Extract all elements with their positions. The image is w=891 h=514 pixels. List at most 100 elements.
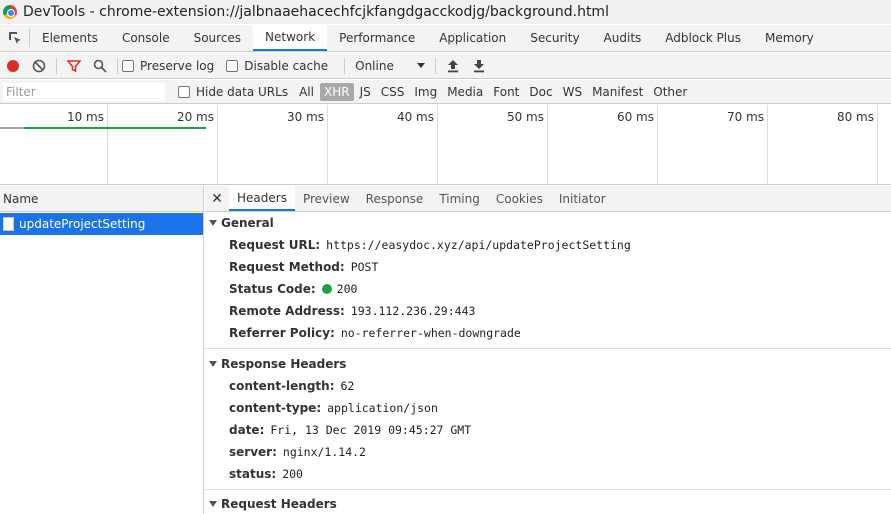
header-key: content-type: xyxy=(229,401,322,415)
tab-elements[interactable]: Elements xyxy=(30,25,110,51)
header-key: Referrer Policy: xyxy=(229,326,335,340)
checkbox-box[interactable] xyxy=(178,85,190,98)
general-section-header[interactable]: General xyxy=(205,212,891,234)
tab-network[interactable]: Network xyxy=(253,25,328,51)
request-headers-section: Request Headers xyxy=(205,493,891,514)
inspect-element-icon[interactable] xyxy=(0,29,30,47)
header-key: date: xyxy=(229,423,265,437)
response-header-row: content-length: 62 xyxy=(205,375,891,397)
chrome-logo-icon xyxy=(3,5,17,19)
remote-address-row: Remote Address: 193.112.236.29:443 xyxy=(205,300,891,322)
timeline-gridline xyxy=(877,105,878,185)
throttling-value: Online xyxy=(355,58,394,73)
header-value: 200 xyxy=(282,467,303,481)
section-title: Request Headers xyxy=(221,497,337,511)
search-button[interactable] xyxy=(87,53,113,79)
filter-input[interactable]: Filter xyxy=(2,81,166,102)
response-header-row: server: nginx/1.14.2 xyxy=(205,441,891,463)
header-value: 193.112.236.29:443 xyxy=(350,304,476,318)
disable-cache-label: Disable cache xyxy=(244,58,329,73)
tab-performance[interactable]: Performance xyxy=(327,25,427,51)
timeline-gridline xyxy=(327,105,328,185)
tab-memory[interactable]: Memory xyxy=(753,25,826,51)
header-value: nginx/1.14.2 xyxy=(282,445,366,459)
request-list: Name updateProjectSetting xyxy=(0,186,204,514)
filter-type-other[interactable]: Other xyxy=(649,83,691,101)
tab-response[interactable]: Response xyxy=(358,186,432,211)
header-value: https://easydoc.xyz/api/updateProjectSet… xyxy=(326,238,631,252)
timeline-gridline xyxy=(547,105,548,185)
filter-type-css[interactable]: CSS xyxy=(377,83,409,101)
preserve-log-checkbox[interactable]: Preserve log xyxy=(122,59,214,73)
checkbox-box[interactable] xyxy=(122,59,134,72)
filter-type-js[interactable]: JS xyxy=(356,83,375,101)
record-icon xyxy=(7,59,19,72)
timeline-overview[interactable]: 10 ms 20 ms 30 ms 40 ms 50 ms 60 ms 70 m… xyxy=(0,105,891,185)
network-toolbar: Preserve log Disable cache Online xyxy=(0,53,891,79)
tab-headers[interactable]: Headers xyxy=(229,186,295,211)
file-icon xyxy=(3,217,14,231)
tab-console[interactable]: Console xyxy=(110,25,182,51)
tab-adblock-plus[interactable]: Adblock Plus xyxy=(653,25,753,51)
filter-type-font[interactable]: Font xyxy=(489,83,523,101)
record-button[interactable] xyxy=(0,53,26,79)
header-key: Request Method: xyxy=(229,260,345,274)
header-key: server: xyxy=(229,445,277,459)
response-headers-section-header[interactable]: Response Headers xyxy=(205,353,891,375)
header-value: Fri, 13 Dec 2019 09:45:27 GMT xyxy=(270,423,472,437)
checkbox-box[interactable] xyxy=(226,59,239,72)
filter-type-all[interactable]: All xyxy=(295,83,318,101)
tab-initiator[interactable]: Initiator xyxy=(551,186,614,211)
timeline-tick-label: 20 ms xyxy=(176,110,214,124)
expand-triangle-icon xyxy=(209,361,217,367)
export-har-button[interactable] xyxy=(466,53,492,79)
toolbar-divider xyxy=(344,57,346,74)
disable-cache-checkbox[interactable]: Disable cache xyxy=(226,59,328,73)
toolbar-divider xyxy=(56,57,57,74)
request-row[interactable]: updateProjectSetting xyxy=(0,213,203,235)
clear-icon xyxy=(32,59,46,72)
referrer-policy-row: Referrer Policy: no-referrer-when-downgr… xyxy=(205,322,891,344)
request-headers-section-header[interactable]: Request Headers xyxy=(205,493,891,514)
search-icon xyxy=(93,59,107,73)
timeline-tick-label: 80 ms xyxy=(836,110,874,124)
clear-button[interactable] xyxy=(26,53,52,79)
name-column-header[interactable]: Name xyxy=(0,186,203,212)
timeline-tick-label: 50 ms xyxy=(506,110,544,124)
expand-triangle-icon xyxy=(209,220,217,226)
filter-type-doc[interactable]: Doc xyxy=(525,83,556,101)
filter-type-img[interactable]: Img xyxy=(410,83,441,101)
timeline-tick-label: 40 ms xyxy=(396,110,434,124)
tab-audits[interactable]: Audits xyxy=(592,25,654,51)
timeline-tick-label: 10 ms xyxy=(66,110,104,124)
tab-cookies[interactable]: Cookies xyxy=(488,186,551,211)
close-icon[interactable]: ✕ xyxy=(205,186,229,211)
filter-type-manifest[interactable]: Manifest xyxy=(588,83,647,101)
timeline-gridline xyxy=(767,105,768,185)
tab-application[interactable]: Application xyxy=(427,25,518,51)
timeline-tick-label: 30 ms xyxy=(286,110,324,124)
header-key: status: xyxy=(229,467,277,481)
timeline-gridline xyxy=(217,105,218,185)
tab-preview[interactable]: Preview xyxy=(295,186,358,211)
tab-timing[interactable]: Timing xyxy=(431,186,488,211)
import-har-button[interactable] xyxy=(440,53,466,79)
response-header-row: status: 200 xyxy=(205,463,891,485)
hide-data-urls-checkbox[interactable]: Hide data URLs xyxy=(178,85,288,99)
request-url-row: Request URL: https://easydoc.xyz/api/upd… xyxy=(205,234,891,256)
filter-type-xhr[interactable]: XHR xyxy=(319,82,354,101)
throttling-select[interactable]: Online xyxy=(349,59,431,73)
header-value: POST xyxy=(350,260,379,274)
status-code-row: Status Code: 200 xyxy=(205,278,891,300)
window-title: DevTools - chrome-extension://jalbnaaeha… xyxy=(23,4,609,20)
timeline-tick-label: 60 ms xyxy=(616,110,654,124)
tab-security[interactable]: Security xyxy=(518,25,591,51)
filter-toggle-button[interactable] xyxy=(61,53,87,79)
filter-type-ws[interactable]: WS xyxy=(559,83,586,101)
timeline-gridline xyxy=(437,105,438,185)
expand-triangle-icon xyxy=(209,501,217,507)
filter-type-media[interactable]: Media xyxy=(443,83,487,101)
tab-sources[interactable]: Sources xyxy=(182,25,253,51)
download-icon xyxy=(474,59,485,72)
timeline-tick-label: 70 ms xyxy=(726,110,764,124)
